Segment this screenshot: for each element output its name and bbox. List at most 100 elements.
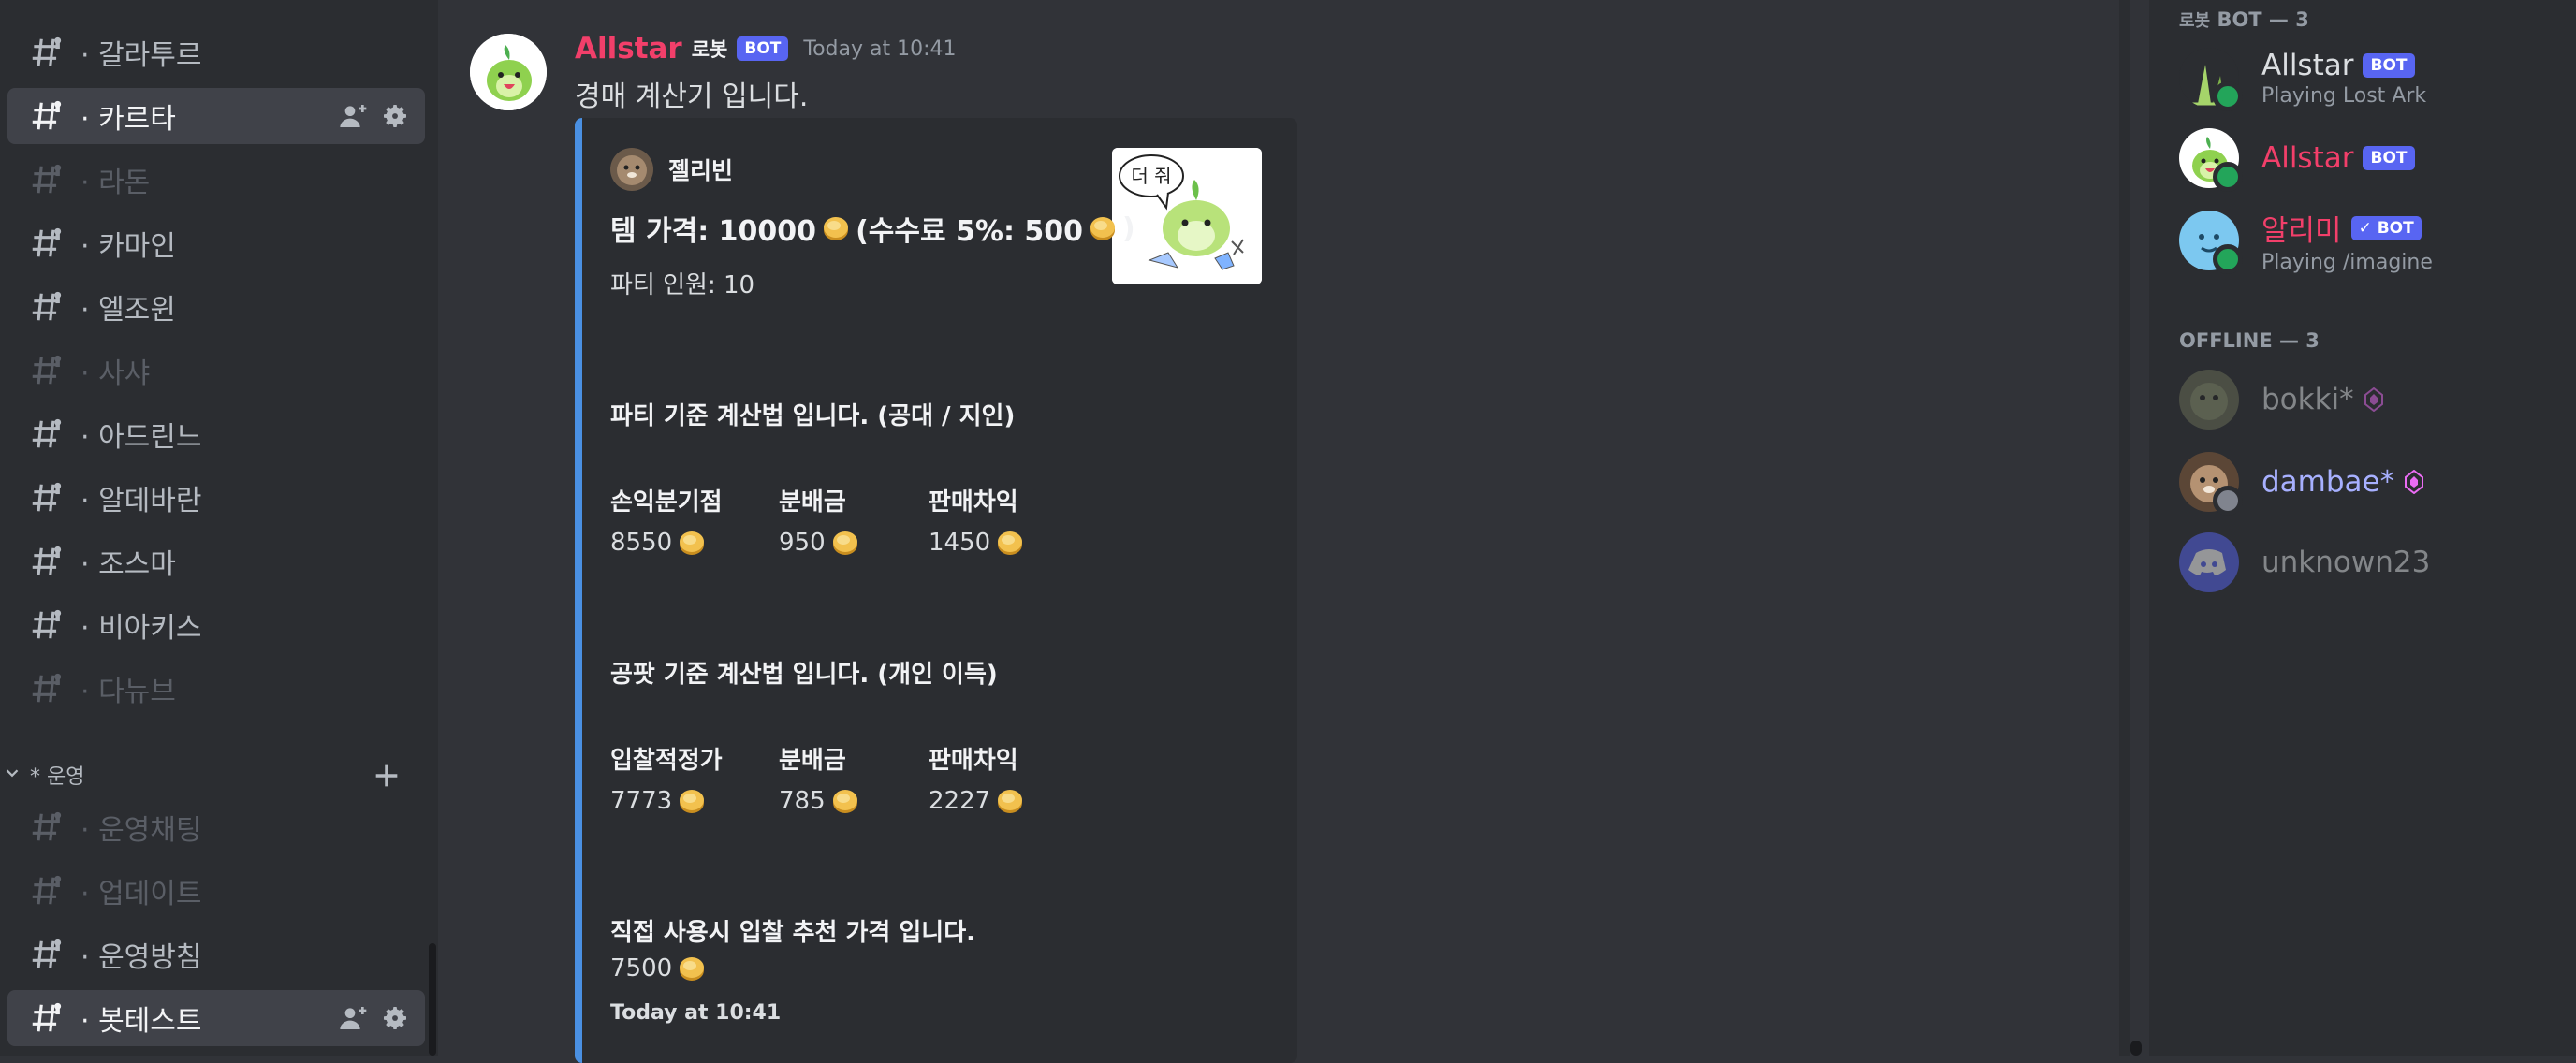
member-item-offline[interactable]: dambae*: [2179, 449, 2563, 516]
channel-name: · 운영방침: [80, 941, 202, 974]
text-channel-icon: [28, 162, 75, 197]
channel-item[interactable]: · 조스마: [7, 533, 425, 590]
verified-bot-badge: ✓ BOT: [2350, 215, 2422, 240]
member-item-offline[interactable]: unknown23: [2179, 530, 2563, 595]
field-value: 1450: [929, 529, 991, 557]
channel-item[interactable]: · 갈라투르: [7, 24, 425, 80]
bot-badge: BOT: [2363, 146, 2415, 170]
member-list: 로봇 BOT — 3 Allstar BOT Playing Lost Ark …: [2149, 0, 2576, 1056]
gold-coin-icon: [829, 785, 861, 817]
title-close-paren: ): [1122, 211, 1135, 245]
message-embed: 젤리빈 더 줘 템 가격: 10000 (수수료 5%: 500 ) 파티 인원…: [575, 118, 1297, 1063]
field-name: 입찰적정가: [610, 747, 723, 775]
member-group-header-bot: 로봇 BOT — 3: [2179, 7, 2309, 32]
item-price-text: 템 가격: 10000: [610, 215, 817, 248]
channel-item-locked[interactable]: · 라돈: [7, 152, 425, 208]
member-item[interactable]: Allstar BOT: [2179, 125, 2563, 192]
member-item[interactable]: 알리미 ✓ BOT Playing /imagine: [2179, 208, 2563, 274]
channel-name: · 엘조윈: [80, 294, 176, 327]
channel-item-locked[interactable]: · 운영채팅: [7, 799, 425, 855]
embed-author-name: 젤리빈: [668, 157, 734, 184]
create-channel-plus-icon[interactable]: [371, 760, 402, 795]
channel-name: · 운영채팅: [80, 814, 202, 847]
avatar: [2179, 128, 2243, 192]
channel-name: · 라돈: [80, 167, 151, 199]
nitro-boost-gem-icon: [2404, 469, 2424, 495]
bot-badge: BOT: [737, 36, 789, 61]
bot-badge: BOT: [2363, 52, 2415, 78]
member-item[interactable]: Allstar BOT Playing Lost Ark: [2179, 45, 2563, 111]
avatar: [2179, 48, 2243, 111]
author-role: 로봇: [691, 38, 728, 61]
field-value: 2227: [929, 787, 991, 815]
member-item-offline[interactable]: bokki*: [2179, 367, 2563, 432]
text-channel-icon: [28, 480, 75, 516]
text-channel-icon: [28, 809, 75, 845]
embed-field: 판매차익 2227: [929, 741, 1088, 817]
field-value: 7773: [610, 787, 673, 815]
message-content: 경매 계산기 입니다.: [575, 80, 809, 113]
channel-item[interactable]: · 비아키스: [7, 597, 425, 653]
gold-coin-icon: [676, 953, 708, 984]
avatar: [2179, 211, 2243, 274]
channel-item[interactable]: · 운영방침: [7, 926, 425, 983]
section-title: 직접 사용시 입찰 추천 가격 입니다.: [610, 919, 976, 947]
sidebar-scrollbar[interactable]: [429, 943, 436, 1056]
channel-sidebar: · 갈라투르 · 카르타 · 라돈 · 카마인 · 엘조윈 · 사샤 · 아드린…: [0, 0, 438, 1056]
channel-item[interactable]: · 엘조윈: [7, 279, 425, 335]
gold-coin-icon: [994, 527, 1026, 559]
channel-item-locked[interactable]: · 다뉴브: [7, 661, 425, 717]
invite-member-icon[interactable]: [339, 101, 369, 135]
channel-item-active[interactable]: · 카르타: [7, 88, 425, 144]
text-channel-icon: [28, 416, 75, 452]
message-timestamp: Today at 10:41: [803, 36, 957, 61]
settings-gear-icon[interactable]: [380, 1003, 410, 1037]
gold-coin-icon: [994, 785, 1026, 817]
channel-name: · 카마인: [80, 230, 176, 263]
channel-name: · 다뉴브: [80, 676, 176, 708]
message-author[interactable]: Allstar: [575, 32, 682, 66]
member-name: 알리미: [2261, 214, 2342, 248]
gold-coin-icon: [1087, 212, 1119, 244]
gold-coin-icon: [676, 785, 708, 817]
avatar: [2179, 370, 2239, 430]
invite-member-icon[interactable]: [339, 1003, 369, 1037]
embed-author-avatar: [610, 148, 653, 191]
member-name: dambae*: [2261, 465, 2395, 499]
field-name: 손익분기점: [610, 488, 723, 517]
channel-item[interactable]: · 알데바란: [7, 470, 425, 526]
embed-footer-timestamp: Today at 10:41: [610, 1001, 782, 1025]
field-name: 분배금: [779, 488, 846, 517]
field-value: 785: [779, 787, 826, 815]
section-title: 파티 기준 계산법 입니다. (공대 / 지인): [610, 402, 1016, 430]
text-channel-icon: [28, 544, 75, 579]
svg-text:더 줘: 더 줘: [1131, 165, 1171, 187]
avatar: [2179, 532, 2239, 592]
bot-avatar[interactable]: [470, 34, 547, 110]
category-label: * 운영: [30, 765, 85, 789]
online-status-indicator: [2213, 244, 2243, 274]
text-channel-icon: [28, 607, 75, 643]
gold-coin-icon: [676, 527, 708, 559]
channel-item-active[interactable]: · 봇테스트: [7, 990, 425, 1046]
member-name: unknown23: [2261, 546, 2431, 579]
category-header[interactable]: * 운영: [0, 756, 431, 794]
chat-scrollbar-thumb[interactable]: [2130, 1041, 2142, 1056]
channel-item-partial[interactable]: [7, 0, 425, 19]
member-name: bokki*: [2261, 383, 2354, 416]
channel-item-locked[interactable]: · 사샤: [7, 342, 425, 399]
bot-group-label: BOT — 3: [2217, 8, 2309, 31]
channel-item[interactable]: · 카마인: [7, 215, 425, 271]
section-title: 공팟 기준 계산법 입니다. (개인 이득): [610, 661, 998, 689]
channel-item[interactable]: · 아드린느: [7, 406, 425, 462]
settings-gear-icon[interactable]: [380, 101, 410, 135]
text-channel-icon: [28, 873, 75, 909]
gold-coin-icon: [820, 212, 852, 244]
channel-item-locked[interactable]: · 업데이트: [7, 863, 425, 919]
text-channel-icon: [28, 98, 75, 134]
channel-name: · 비아키스: [80, 612, 202, 645]
chat-scrollbar-track[interactable]: [2119, 0, 2130, 1056]
field-name: 판매차익: [929, 488, 1018, 517]
embed-field: 판매차익 1450: [929, 483, 1088, 559]
member-activity: Playing Lost Ark: [2261, 83, 2427, 108]
